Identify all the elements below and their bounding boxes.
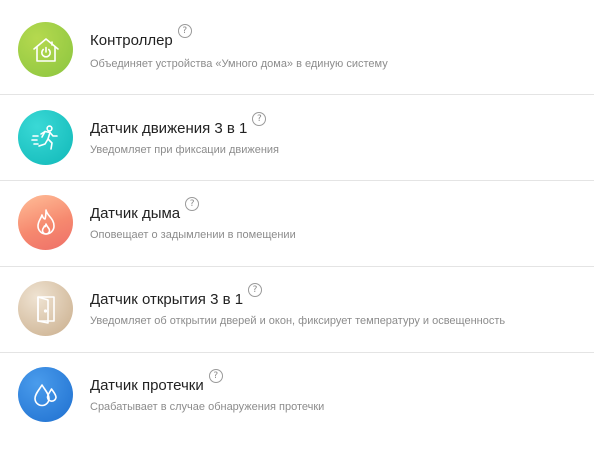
device-title-text: Датчик открытия 3 в 1 <box>90 291 244 308</box>
device-title: Датчик протечки? <box>90 369 223 395</box>
help-icon[interactable]: ? <box>208 369 223 383</box>
device-title-text: Датчик протечки <box>90 377 204 394</box>
flame-icon <box>36 208 55 235</box>
running-person-icon <box>30 124 58 150</box>
device-title: Датчик движения 3 в 1? <box>90 112 267 138</box>
device-title: Датчик открытия 3 в 1? <box>90 283 263 309</box>
device-description: Уведомляет об открытии дверей и окон, фи… <box>90 315 506 327</box>
smoke-sensor-icon-badge <box>18 195 73 250</box>
device-title-text: Контроллер <box>90 32 173 49</box>
device-description: Уведомляет при фиксации движения <box>90 144 280 156</box>
opening-sensor-icon-badge <box>18 281 73 336</box>
water-drops-icon <box>33 383 57 406</box>
device-row-motion-sensor[interactable]: Датчик движения 3 в 1? Уведомляет при фи… <box>0 95 594 181</box>
device-row-controller[interactable]: Контроллер? Объединяет устройства «Умног… <box>0 0 594 86</box>
help-icon[interactable]: ? <box>248 283 263 297</box>
device-row-leak-sensor[interactable]: Датчик протечки? Срабатывает в случае об… <box>0 353 594 439</box>
device-title: Контроллер? <box>90 24 192 50</box>
device-description: Объединяет устройства «Умного дома» в ед… <box>90 58 388 70</box>
device-title: Датчик дыма? <box>90 197 200 223</box>
home-power-icon <box>32 37 59 62</box>
help-icon[interactable]: ? <box>252 112 267 126</box>
device-list: Контроллер? Объединяет устройства «Умног… <box>0 0 594 458</box>
device-row-smoke-sensor[interactable]: Датчик дыма? Оповещает о задымлении в по… <box>0 181 594 267</box>
device-row-opening-sensor[interactable]: Датчик открытия 3 в 1? Уведомляет об отк… <box>0 267 594 353</box>
leak-sensor-icon-badge <box>18 367 73 422</box>
device-title-text: Датчик дыма <box>90 205 181 222</box>
controller-icon-badge <box>18 22 73 77</box>
door-icon <box>36 295 55 324</box>
device-description: Срабатывает в случае обнаружения протечк… <box>90 401 325 413</box>
help-icon[interactable]: ? <box>185 197 200 211</box>
device-description: Оповещает о задымлении в помещении <box>90 229 296 241</box>
device-title-text: Датчик движения 3 в 1 <box>90 120 248 137</box>
motion-sensor-icon-badge <box>18 110 73 165</box>
help-icon[interactable]: ? <box>177 24 192 38</box>
